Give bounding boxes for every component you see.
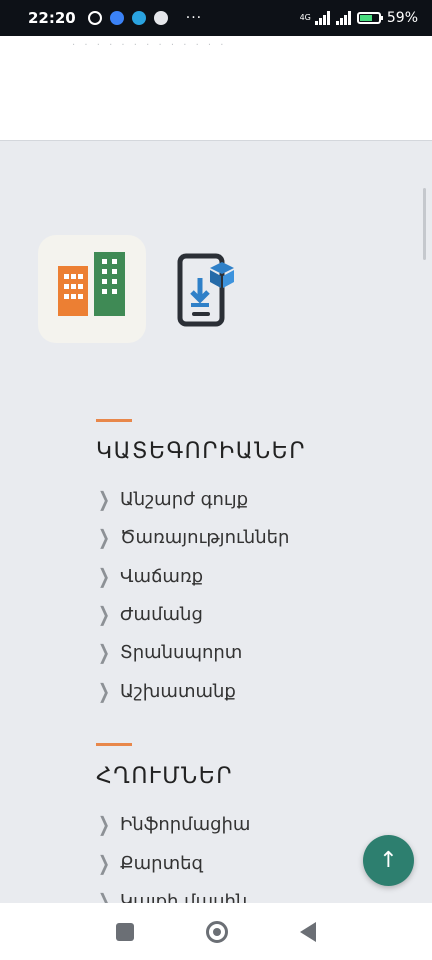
links-rule [96, 743, 132, 746]
signal-icon-2 [335, 11, 351, 25]
recent-apps-icon[interactable] [116, 922, 134, 941]
link-label: Ինֆորմացիա [120, 813, 251, 835]
chevron-right-icon: ❯ [98, 812, 110, 836]
scrollbar[interactable] [423, 188, 426, 260]
category-link-real-estate[interactable]: ❯ Անշարժ գույք [96, 487, 248, 511]
chevron-right-icon: ❯ [98, 564, 110, 588]
back-icon[interactable] [300, 921, 316, 942]
status-time: 22:20 [28, 9, 76, 27]
status-bar: 22:20 ··· 4G 59% [0, 0, 432, 36]
link-label: Անշարժ գույք [120, 488, 249, 510]
app-download-icon[interactable] [176, 250, 240, 330]
chevron-right-icon: ❯ [98, 679, 110, 703]
status-left: 22:20 ··· [28, 9, 202, 27]
network-type: 4G [299, 13, 311, 22]
android-nav-bar [0, 903, 432, 960]
category-link-sales[interactable]: ❯ Վաճառք [96, 564, 203, 588]
link-label: Վաճառք [120, 565, 204, 587]
status-right: 4G 59% [300, 10, 418, 26]
chevron-right-icon: ❯ [98, 851, 110, 875]
battery-icon [356, 12, 383, 24]
category-link-entertainment[interactable]: ❯ Ժամանց [96, 602, 203, 626]
battery-percent: 59% [386, 10, 418, 26]
link-map[interactable]: ❯ Քարտեզ [96, 851, 203, 875]
home-icon[interactable] [206, 920, 228, 943]
orange-building-icon [58, 266, 88, 316]
telegram-icon [131, 11, 146, 25]
category-link-jobs[interactable]: ❯ Աշխատանք [96, 679, 236, 703]
header-area: · · · · · · · · · · · · · [0, 36, 432, 141]
chevron-right-icon: ❯ [98, 640, 110, 664]
messenger-icon [109, 11, 124, 25]
category-link-services[interactable]: ❯ Ծառայություններ [96, 525, 289, 549]
link-information[interactable]: ❯ Ինֆորմացիա [96, 812, 250, 836]
chevron-right-icon: ❯ [98, 487, 110, 511]
link-label: Ծառայություններ [120, 526, 290, 548]
arrow-up-icon: ↑ [379, 848, 398, 873]
more-notifications-icon: ··· [185, 10, 203, 26]
alarm-icon [87, 11, 102, 25]
link-label: Ժամանց [120, 603, 203, 625]
signal-icon [314, 11, 330, 25]
green-building-icon [94, 252, 125, 316]
link-label: Քարտեզ [120, 852, 203, 874]
categories-rule [96, 419, 132, 422]
chevron-right-icon: ❯ [98, 602, 110, 626]
chevron-right-icon: ❯ [98, 525, 110, 549]
links-heading: ՀՂՈՒՄՆԵՐ [96, 764, 234, 789]
scroll-to-top-button[interactable]: ↑ [363, 835, 414, 886]
link-label: Տրանսպորտ [120, 641, 243, 663]
categories-heading: ԿԱՏԵԳՈՐԻԱՆԵՐ [96, 439, 306, 464]
header-faint-text: · · · · · · · · · · · · · [72, 40, 227, 51]
play-store-icon [153, 11, 168, 25]
category-link-transport[interactable]: ❯ Տրանսպորտ [96, 640, 242, 664]
real-estate-app-icon[interactable] [38, 235, 146, 343]
link-label: Աշխատանք [120, 680, 236, 702]
